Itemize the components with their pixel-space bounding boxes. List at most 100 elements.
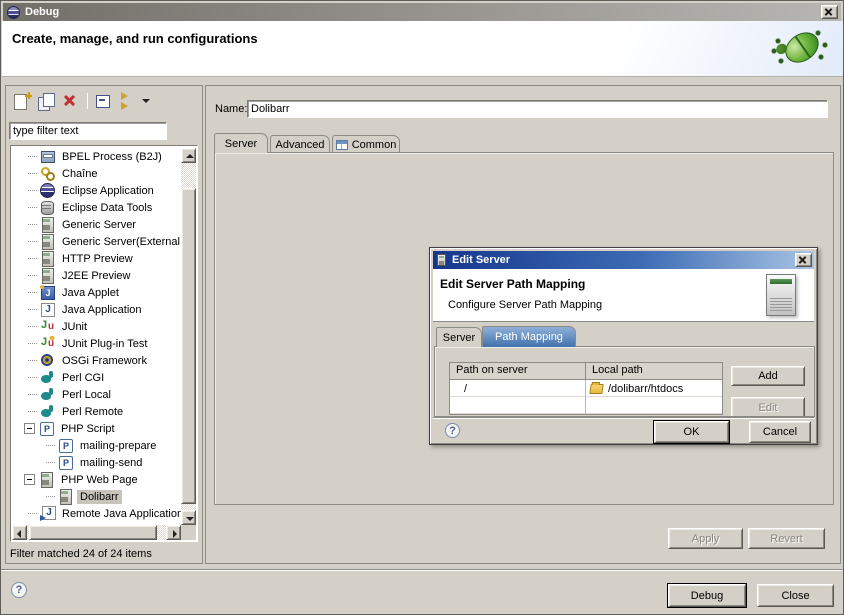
collapse-expander-icon[interactable] <box>24 474 35 485</box>
tree-item-label: BPEL Process (B2J) <box>59 150 165 164</box>
tree-horizontal-scrollbar[interactable] <box>12 525 181 540</box>
collapse-expander-icon[interactable] <box>24 423 35 434</box>
remote-java-icon <box>40 506 55 521</box>
tab-advanced[interactable]: Advanced <box>270 135 330 153</box>
dialog-tab-path-mapping[interactable]: Path Mapping <box>482 326 576 347</box>
tree-item-java-application[interactable]: Java Application <box>12 301 181 318</box>
perl-icon <box>40 404 55 419</box>
path-mapping-table[interactable]: Path on server Local path //dolibarr/htd… <box>449 362 723 415</box>
tree-item-label: Remote Java Application <box>59 507 181 521</box>
tree-item-label: Perl Remote <box>59 405 126 419</box>
junit-icon <box>40 319 55 334</box>
tree-item-cha-ne[interactable]: Chaîne <box>12 165 181 182</box>
database-icon <box>40 200 55 215</box>
scroll-right-icon[interactable] <box>166 525 181 540</box>
bpel-icon <box>40 149 55 164</box>
tab-common[interactable]: Common <box>332 135 400 153</box>
tree-item-perl-remote[interactable]: Perl Remote <box>12 403 181 420</box>
window-close-button[interactable] <box>821 5 838 19</box>
tree-item-mailing-send[interactable]: mailing-send <box>12 454 181 471</box>
header-banner: Create, manage, and run configurations <box>2 21 844 77</box>
server-icon <box>40 217 55 232</box>
tree-item-label: Dolibarr <box>77 490 122 504</box>
name-input[interactable] <box>247 100 828 118</box>
dialog-tab-server-label: Server <box>443 332 475 344</box>
applet-icon <box>40 285 55 300</box>
horizontal-scroll-thumb[interactable] <box>29 525 157 540</box>
tree-item-java-applet[interactable]: Java Applet <box>12 284 181 301</box>
tree-item-remote-java-application[interactable]: Remote Java Application <box>12 505 181 522</box>
tree-item-dolibarr[interactable]: Dolibarr <box>12 488 181 505</box>
ok-button[interactable]: OK <box>654 421 729 443</box>
bug-icon <box>768 23 830 75</box>
delete-launch-config-icon[interactable] <box>59 91 81 111</box>
dialog-close-button[interactable] <box>795 253 812 267</box>
apply-button: Apply <box>668 528 743 549</box>
help-icon[interactable] <box>11 582 27 598</box>
scroll-down-icon[interactable] <box>181 510 196 525</box>
eclipse-icon <box>40 183 55 198</box>
title-bar[interactable]: Debug <box>3 3 841 21</box>
tree-item-php-script[interactable]: PHP Script <box>12 420 181 437</box>
table-row[interactable]: //dolibarr/htdocs <box>450 380 722 397</box>
filter-input[interactable] <box>9 122 167 140</box>
close-button[interactable]: Close <box>757 584 834 607</box>
duplicate-launch-config-icon[interactable] <box>35 91 57 111</box>
column-header-path-on-server[interactable]: Path on server <box>450 363 586 380</box>
tab-server[interactable]: Server <box>214 133 268 153</box>
tree-item-junit-plug-in-test[interactable]: JUnit Plug-in Test <box>12 335 181 352</box>
scrollbar-corner <box>181 525 196 540</box>
config-tree-box: BPEL Process (B2J) ChaîneEclipse Applicat… <box>10 145 198 542</box>
cell-path-on-server[interactable]: / <box>450 380 586 397</box>
tree-item-label: Java Applet <box>59 286 122 300</box>
collapse-all-icon[interactable] <box>92 91 114 111</box>
scroll-up-icon[interactable] <box>181 148 196 163</box>
tree-item-generic-server-external-la[interactable]: Generic Server(External La <box>12 233 181 250</box>
tab-common-label: Common <box>352 139 397 151</box>
toolbar-separator <box>87 93 88 109</box>
dialog-tab-server[interactable]: Server <box>436 327 482 347</box>
tree-item-label: PHP Script <box>58 422 118 436</box>
tree-item-eclipse-data-tools[interactable]: Eclipse Data Tools <box>12 199 181 216</box>
tree-item-label: Perl Local <box>59 388 114 402</box>
vertical-scroll-thumb[interactable] <box>181 188 196 504</box>
tree-item-bpel-process-b2j[interactable]: BPEL Process (B2J) <box>12 148 181 165</box>
tab-server-label: Server <box>225 138 257 150</box>
edit-mapping-button: Edit <box>731 397 805 417</box>
tree-item-label: OSGi Framework <box>59 354 150 368</box>
tree-item-php-web-page[interactable]: PHP Web Page <box>12 471 181 488</box>
scroll-left-icon[interactable] <box>12 525 27 540</box>
keys-icon <box>40 166 55 181</box>
cancel-button[interactable]: Cancel <box>749 421 811 443</box>
tree-item-j2ee-preview[interactable]: J2EE Preview <box>12 267 181 284</box>
tree-item-label: J2EE Preview <box>59 269 133 283</box>
add-mapping-button[interactable]: Add <box>731 366 805 386</box>
tree-item-http-preview[interactable]: HTTP Preview <box>12 250 181 267</box>
tree-item-label: Eclipse Data Tools <box>59 201 155 215</box>
new-launch-config-icon[interactable] <box>11 91 33 111</box>
config-tree: BPEL Process (B2J) ChaîneEclipse Applicat… <box>12 148 181 525</box>
column-header-local-path[interactable]: Local path <box>586 363 722 380</box>
filter-launch-configs-icon[interactable] <box>116 91 138 111</box>
view-menu-icon[interactable] <box>140 91 152 111</box>
tree-item-label: Java Application <box>59 303 145 317</box>
dialog-title-bar[interactable]: Edit Server <box>433 251 814 269</box>
debug-button[interactable]: Debug <box>668 584 746 607</box>
tree-vertical-scrollbar[interactable] <box>181 148 196 525</box>
cell-local-path[interactable]: /dolibarr/htdocs <box>586 380 722 397</box>
folder-icon <box>589 384 603 394</box>
tree-item-perl-cgi[interactable]: Perl CGI <box>12 369 181 386</box>
tree-item-osgi-framework[interactable]: OSGi Framework <box>12 352 181 369</box>
tree-item-label: HTTP Preview <box>59 252 136 266</box>
dialog-title: Edit Server <box>452 254 510 266</box>
dialog-tab-path-mapping-label: Path Mapping <box>495 331 563 343</box>
php-icon <box>58 438 73 453</box>
tree-item-perl-local[interactable]: Perl Local <box>12 386 181 403</box>
tree-item-generic-server[interactable]: Generic Server <box>12 216 181 233</box>
tree-item-junit[interactable]: JUnit <box>12 318 181 335</box>
tree-item-label: Chaîne <box>59 167 100 181</box>
tree-item-mailing-prepare[interactable]: mailing-prepare <box>12 437 181 454</box>
filter-status-text: Filter matched 24 of 24 items <box>10 548 152 560</box>
tree-item-eclipse-application[interactable]: Eclipse Application <box>12 182 181 199</box>
help-icon[interactable] <box>445 423 460 438</box>
